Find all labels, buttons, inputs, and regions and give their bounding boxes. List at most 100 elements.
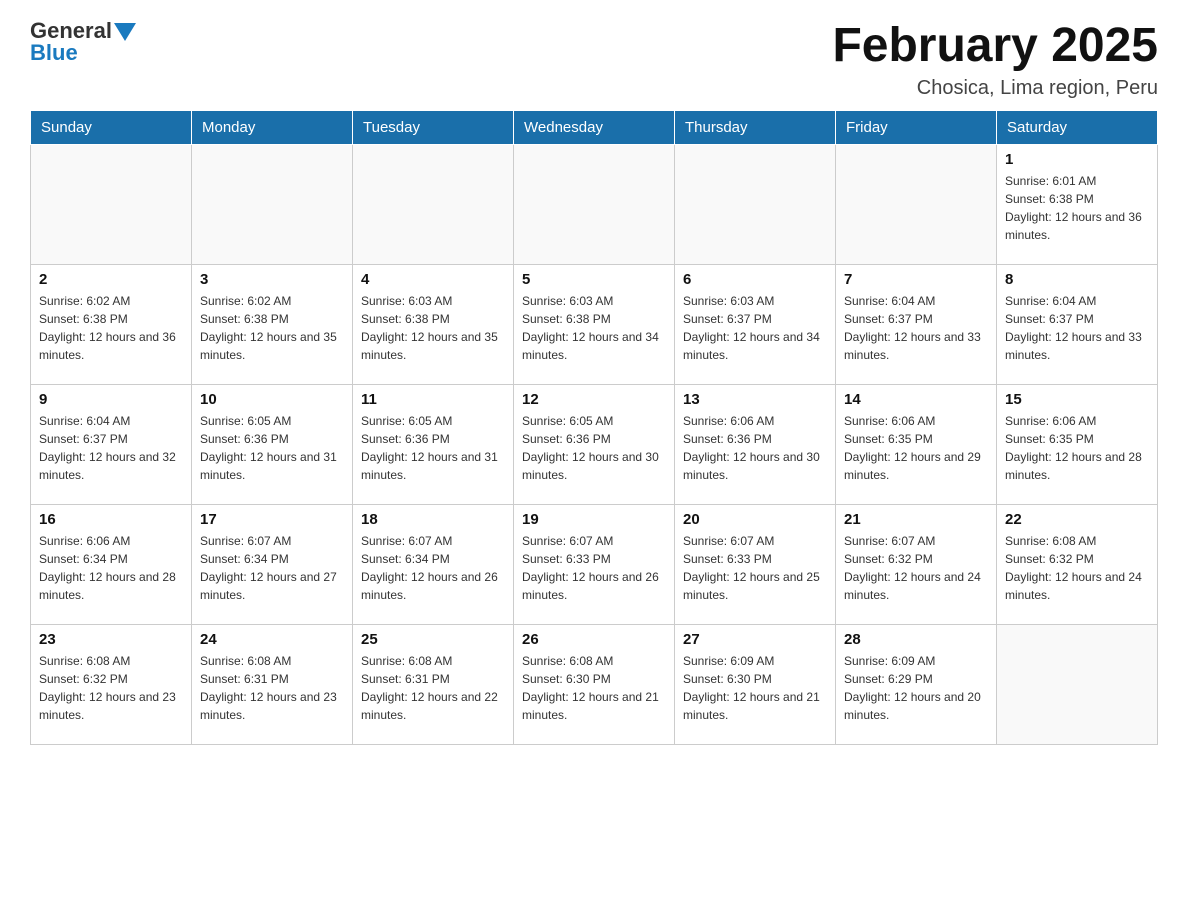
day-cell: 1 Sunrise: 6:01 AMSunset: 6:38 PMDaylight…	[997, 144, 1158, 264]
day-cell: 26 Sunrise: 6:08 AMSunset: 6:30 PMDayligh…	[514, 624, 675, 744]
calendar-body: 1 Sunrise: 6:01 AMSunset: 6:38 PMDaylight…	[31, 144, 1158, 744]
day-number: 26	[522, 631, 666, 648]
day-info: Sunrise: 6:09 AMSunset: 6:29 PMDaylight:…	[844, 652, 988, 724]
day-number: 13	[683, 391, 827, 408]
week-row-1: 1 Sunrise: 6:01 AMSunset: 6:38 PMDaylight…	[31, 144, 1158, 264]
col-header-sunday: Sunday	[31, 110, 192, 144]
day-cell	[192, 144, 353, 264]
day-cell: 4 Sunrise: 6:03 AMSunset: 6:38 PMDaylight…	[353, 264, 514, 384]
day-info: Sunrise: 6:07 AMSunset: 6:33 PMDaylight:…	[522, 532, 666, 604]
day-number: 11	[361, 391, 505, 408]
day-cell: 7 Sunrise: 6:04 AMSunset: 6:37 PMDaylight…	[836, 264, 997, 384]
day-info: Sunrise: 6:06 AMSunset: 6:36 PMDaylight:…	[683, 412, 827, 484]
title-block: February 2025 Chosica, Lima region, Peru	[832, 20, 1158, 100]
day-number: 20	[683, 511, 827, 528]
page-header: General Blue February 2025 Chosica, Lima…	[30, 20, 1158, 100]
day-cell	[31, 144, 192, 264]
day-info: Sunrise: 6:03 AMSunset: 6:38 PMDaylight:…	[522, 292, 666, 364]
day-number: 19	[522, 511, 666, 528]
day-info: Sunrise: 6:03 AMSunset: 6:37 PMDaylight:…	[683, 292, 827, 364]
day-number: 17	[200, 511, 344, 528]
day-number: 2	[39, 271, 183, 288]
day-cell	[997, 624, 1158, 744]
day-info: Sunrise: 6:06 AMSunset: 6:34 PMDaylight:…	[39, 532, 183, 604]
day-info: Sunrise: 6:08 AMSunset: 6:32 PMDaylight:…	[1005, 532, 1149, 604]
day-cell: 22 Sunrise: 6:08 AMSunset: 6:32 PMDayligh…	[997, 504, 1158, 624]
day-cell: 20 Sunrise: 6:07 AMSunset: 6:33 PMDayligh…	[675, 504, 836, 624]
day-cell: 13 Sunrise: 6:06 AMSunset: 6:36 PMDayligh…	[675, 384, 836, 504]
day-number: 18	[361, 511, 505, 528]
day-number: 4	[361, 271, 505, 288]
day-cell: 27 Sunrise: 6:09 AMSunset: 6:30 PMDayligh…	[675, 624, 836, 744]
day-info: Sunrise: 6:03 AMSunset: 6:38 PMDaylight:…	[361, 292, 505, 364]
day-number: 8	[1005, 271, 1149, 288]
day-info: Sunrise: 6:08 AMSunset: 6:32 PMDaylight:…	[39, 652, 183, 724]
day-info: Sunrise: 6:07 AMSunset: 6:32 PMDaylight:…	[844, 532, 988, 604]
day-number: 5	[522, 271, 666, 288]
day-number: 9	[39, 391, 183, 408]
day-cell: 15 Sunrise: 6:06 AMSunset: 6:35 PMDayligh…	[997, 384, 1158, 504]
day-info: Sunrise: 6:04 AMSunset: 6:37 PMDaylight:…	[844, 292, 988, 364]
day-number: 15	[1005, 391, 1149, 408]
logo: General Blue	[30, 20, 136, 64]
day-cell: 25 Sunrise: 6:08 AMSunset: 6:31 PMDayligh…	[353, 624, 514, 744]
day-info: Sunrise: 6:06 AMSunset: 6:35 PMDaylight:…	[1005, 412, 1149, 484]
day-cell: 16 Sunrise: 6:06 AMSunset: 6:34 PMDayligh…	[31, 504, 192, 624]
week-row-2: 2 Sunrise: 6:02 AMSunset: 6:38 PMDaylight…	[31, 264, 1158, 384]
day-info: Sunrise: 6:06 AMSunset: 6:35 PMDaylight:…	[844, 412, 988, 484]
day-cell	[514, 144, 675, 264]
day-info: Sunrise: 6:08 AMSunset: 6:30 PMDaylight:…	[522, 652, 666, 724]
day-number: 25	[361, 631, 505, 648]
calendar-header: SundayMondayTuesdayWednesdayThursdayFrid…	[31, 110, 1158, 144]
day-number: 7	[844, 271, 988, 288]
day-cell: 14Sunrise: 6:06 AMSunset: 6:35 PMDayligh…	[836, 384, 997, 504]
col-header-monday: Monday	[192, 110, 353, 144]
col-header-thursday: Thursday	[675, 110, 836, 144]
day-cell: 18Sunrise: 6:07 AMSunset: 6:34 PMDayligh…	[353, 504, 514, 624]
day-number: 12	[522, 391, 666, 408]
day-cell: 11 Sunrise: 6:05 AMSunset: 6:36 PMDayligh…	[353, 384, 514, 504]
day-cell: 9 Sunrise: 6:04 AMSunset: 6:37 PMDaylight…	[31, 384, 192, 504]
day-number: 3	[200, 271, 344, 288]
col-header-tuesday: Tuesday	[353, 110, 514, 144]
day-info: Sunrise: 6:07 AMSunset: 6:34 PMDaylight:…	[200, 532, 344, 604]
header-row: SundayMondayTuesdayWednesdayThursdayFrid…	[31, 110, 1158, 144]
day-number: 28	[844, 631, 988, 648]
day-number: 27	[683, 631, 827, 648]
logo-blue: Blue	[30, 42, 78, 64]
day-info: Sunrise: 6:04 AMSunset: 6:37 PMDaylight:…	[39, 412, 183, 484]
logo-triangle-icon	[114, 23, 136, 41]
day-number: 23	[39, 631, 183, 648]
day-info: Sunrise: 6:05 AMSunset: 6:36 PMDaylight:…	[522, 412, 666, 484]
day-number: 16	[39, 511, 183, 528]
week-row-4: 16 Sunrise: 6:06 AMSunset: 6:34 PMDayligh…	[31, 504, 1158, 624]
day-cell: 28 Sunrise: 6:09 AMSunset: 6:29 PMDayligh…	[836, 624, 997, 744]
day-info: Sunrise: 6:04 AMSunset: 6:37 PMDaylight:…	[1005, 292, 1149, 364]
day-info: Sunrise: 6:08 AMSunset: 6:31 PMDaylight:…	[200, 652, 344, 724]
day-info: Sunrise: 6:05 AMSunset: 6:36 PMDaylight:…	[361, 412, 505, 484]
logo-icon: General Blue	[30, 20, 136, 64]
day-cell: 12 Sunrise: 6:05 AMSunset: 6:36 PMDayligh…	[514, 384, 675, 504]
day-info: Sunrise: 6:01 AMSunset: 6:38 PMDaylight:…	[1005, 172, 1149, 244]
day-cell: 17 Sunrise: 6:07 AMSunset: 6:34 PMDayligh…	[192, 504, 353, 624]
day-info: Sunrise: 6:02 AMSunset: 6:38 PMDaylight:…	[200, 292, 344, 364]
day-cell: 2 Sunrise: 6:02 AMSunset: 6:38 PMDaylight…	[31, 264, 192, 384]
day-number: 22	[1005, 511, 1149, 528]
day-number: 6	[683, 271, 827, 288]
calendar-title: February 2025	[832, 20, 1158, 73]
calendar-table: SundayMondayTuesdayWednesdayThursdayFrid…	[30, 110, 1158, 745]
day-number: 21	[844, 511, 988, 528]
col-header-saturday: Saturday	[997, 110, 1158, 144]
week-row-5: 23 Sunrise: 6:08 AMSunset: 6:32 PMDayligh…	[31, 624, 1158, 744]
day-cell: 19 Sunrise: 6:07 AMSunset: 6:33 PMDayligh…	[514, 504, 675, 624]
day-info: Sunrise: 6:02 AMSunset: 6:38 PMDaylight:…	[39, 292, 183, 364]
day-info: Sunrise: 6:08 AMSunset: 6:31 PMDaylight:…	[361, 652, 505, 724]
day-info: Sunrise: 6:09 AMSunset: 6:30 PMDaylight:…	[683, 652, 827, 724]
day-cell: 23 Sunrise: 6:08 AMSunset: 6:32 PMDayligh…	[31, 624, 192, 744]
day-info: Sunrise: 6:07 AMSunset: 6:33 PMDaylight:…	[683, 532, 827, 604]
day-cell: 6 Sunrise: 6:03 AMSunset: 6:37 PMDaylight…	[675, 264, 836, 384]
day-number: 1	[1005, 151, 1149, 168]
day-cell: 21 Sunrise: 6:07 AMSunset: 6:32 PMDayligh…	[836, 504, 997, 624]
day-info: Sunrise: 6:05 AMSunset: 6:36 PMDaylight:…	[200, 412, 344, 484]
day-cell: 24Sunrise: 6:08 AMSunset: 6:31 PMDayligh…	[192, 624, 353, 744]
